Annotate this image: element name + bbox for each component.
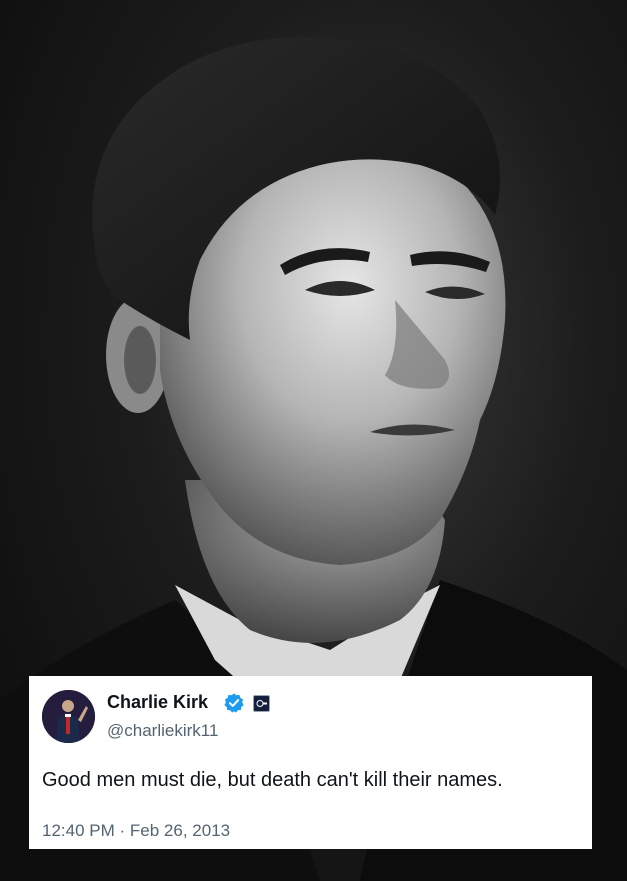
timestamp[interactable]: 12:40 PM · Feb 26, 2013 bbox=[42, 821, 230, 841]
separator-dot: · bbox=[119, 821, 126, 840]
tweet-card[interactable]: Charlie Kirk @charliekirk11 Good men mus… bbox=[29, 676, 592, 849]
tweet-date: Feb 26, 2013 bbox=[129, 821, 231, 840]
verified-badge-icon bbox=[224, 693, 244, 713]
page: Charlie Kirk @charliekirk11 Good men mus… bbox=[0, 0, 627, 881]
tweet-time: 12:40 PM bbox=[42, 821, 115, 840]
display-name[interactable]: Charlie Kirk bbox=[107, 692, 208, 713]
tweet-text: Good men must die, but death can't kill … bbox=[42, 769, 503, 791]
avatar[interactable] bbox=[42, 690, 95, 743]
user-handle[interactable]: @charliekirk11 bbox=[107, 721, 218, 741]
affiliate-badge-icon[interactable] bbox=[253, 695, 270, 712]
